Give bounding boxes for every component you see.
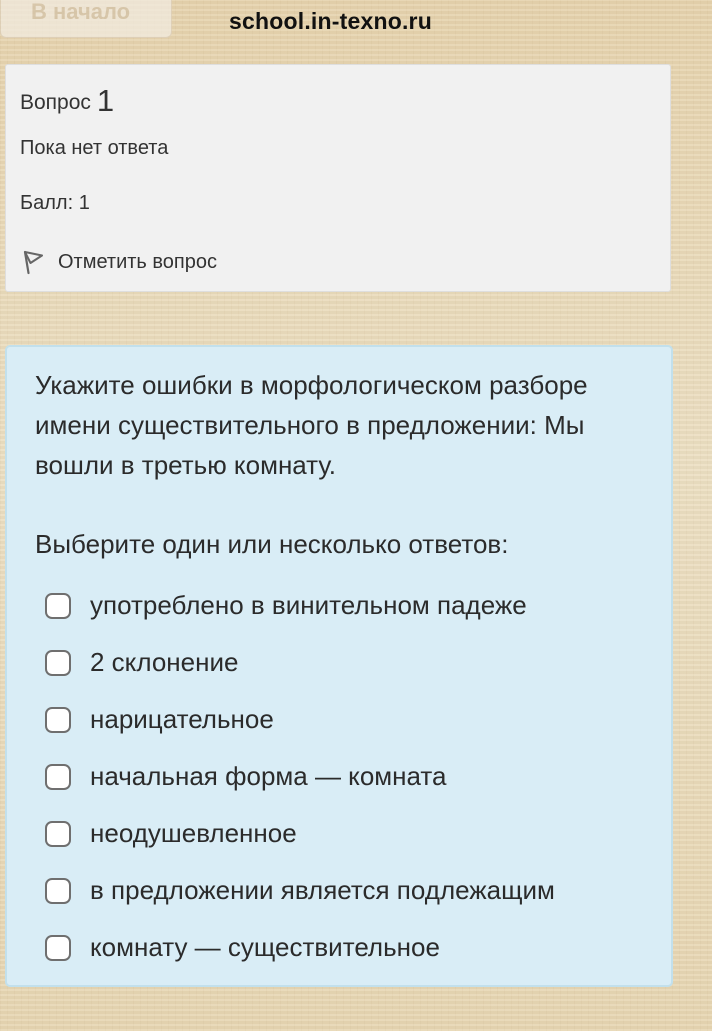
back-to-start-button[interactable]: В начало bbox=[0, 0, 172, 38]
answer-option-label: комнату — существительное bbox=[90, 932, 440, 962]
question-info-panel: Вопрос 1 Пока нет ответа Балл: 1 Отметить… bbox=[5, 64, 671, 292]
answer-checkbox[interactable] bbox=[45, 592, 71, 619]
question-text: Укажите ошибки в морфологическом разборе… bbox=[35, 370, 588, 480]
answer-status: Пока нет ответа bbox=[20, 137, 169, 159]
answer-checkbox[interactable] bbox=[45, 706, 71, 733]
answer-option[interactable]: употреблено в винительном падеже bbox=[45, 577, 665, 634]
back-to-start-label: В начало bbox=[31, 0, 131, 24]
question-content-panel: Укажите ошибки в морфологическом разборе… bbox=[5, 345, 673, 987]
question-grade: Балл: 1 bbox=[20, 192, 90, 214]
flag-icon bbox=[23, 250, 43, 275]
answer-option-label: начальная форма — комната bbox=[90, 761, 447, 791]
answer-option-label: 2 склонение bbox=[90, 647, 239, 677]
question-heading: Вопрос 1 bbox=[20, 83, 114, 119]
answer-options-list: употреблено в винительном падеже 2 склон… bbox=[45, 577, 665, 976]
answer-option[interactable]: комнату — существительное bbox=[45, 919, 665, 976]
flag-question-link[interactable]: Отметить вопрос bbox=[20, 247, 217, 277]
answer-prompt: Выберите один или несколько ответов: bbox=[35, 529, 509, 559]
answer-checkbox[interactable] bbox=[45, 763, 71, 790]
answer-option[interactable]: 2 склонение bbox=[45, 634, 665, 691]
answer-option-label: употреблено в винительном падеже bbox=[90, 590, 527, 620]
answer-option-label: неодушевленное bbox=[90, 818, 297, 848]
answer-checkbox[interactable] bbox=[45, 649, 71, 676]
answer-option[interactable]: в предложении является подлежащим bbox=[45, 862, 665, 919]
question-label: Вопрос bbox=[20, 91, 91, 114]
answer-option-label: нарицательное bbox=[90, 704, 274, 734]
answer-checkbox[interactable] bbox=[45, 877, 71, 904]
answer-option[interactable]: неодушевленное bbox=[45, 805, 665, 862]
flag-question-label: Отметить вопрос bbox=[58, 250, 217, 273]
answer-option[interactable]: начальная форма — комната bbox=[45, 748, 665, 805]
answer-checkbox[interactable] bbox=[45, 934, 71, 961]
answer-option[interactable]: нарицательное bbox=[45, 691, 665, 748]
question-number: 1 bbox=[96, 83, 115, 118]
site-watermark: school.in-texno.ru bbox=[229, 8, 432, 34]
answer-option-label: в предложении является подлежащим bbox=[90, 875, 555, 905]
answer-checkbox[interactable] bbox=[45, 820, 71, 847]
